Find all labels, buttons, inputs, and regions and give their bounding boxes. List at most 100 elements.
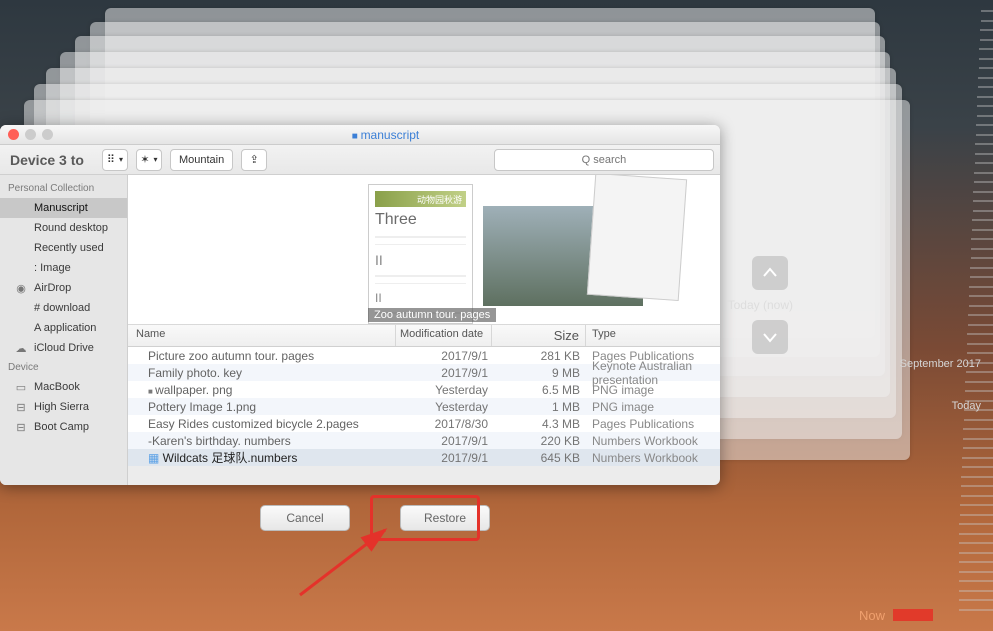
- file-type: PNG image: [586, 383, 720, 397]
- file-name: Family photo. key: [128, 366, 396, 380]
- thumbnail-pages-doc[interactable]: 动物园秋游 Three II II: [368, 184, 473, 324]
- sidebar-item-label: : Image: [34, 262, 71, 274]
- sidebar-item[interactable]: Manuscript: [0, 198, 127, 218]
- file-row[interactable]: Pottery Image 1.pngYesterday1 MBPNG imag…: [128, 398, 720, 415]
- file-date: 2017/9/1: [396, 451, 492, 465]
- file-size: 220 KB: [492, 434, 586, 448]
- sidebar-item[interactable]: ⊟High Sierra: [0, 397, 127, 417]
- blank-icon: [14, 221, 28, 235]
- thumbnail-caption: Zoo autumn tour. pages: [368, 308, 496, 322]
- file-size: 645 KB: [492, 451, 586, 465]
- file-size: 9 MB: [492, 366, 586, 380]
- titlebar: manuscript: [0, 125, 720, 145]
- file-row[interactable]: wallpaper. pngYesterday6.5 MBPNG image: [128, 381, 720, 398]
- zoom-icon[interactable]: [42, 129, 53, 140]
- action-gear-button[interactable]: ✶▾: [136, 149, 162, 171]
- blank-icon: [14, 321, 28, 335]
- file-row[interactable]: -Karen's birthday. numbers2017/9/1220 KB…: [128, 432, 720, 449]
- sidebar-item-label: Recently used: [34, 242, 104, 254]
- timeline-label-now: Now: [859, 608, 885, 623]
- view-mode-button[interactable]: ⠿▾: [102, 149, 128, 171]
- sidebar-item[interactable]: ⊟ Boot Camp: [0, 417, 127, 437]
- column-headers[interactable]: Name Modification date Size Type: [128, 325, 720, 347]
- file-date: 2017/9/1: [396, 366, 492, 380]
- file-row[interactable]: Easy Rides customized bicycle 2.pages201…: [128, 415, 720, 432]
- timeline-next-button[interactable]: [752, 320, 788, 354]
- sidebar-item-label: AirDrop: [34, 282, 71, 294]
- share-button[interactable]: ⇪: [241, 149, 267, 171]
- sidebar-item[interactable]: ▭ MacBook: [0, 377, 127, 397]
- timeline-ticks[interactable]: [953, 0, 993, 631]
- search-field[interactable]: [494, 149, 714, 171]
- preview-strip: 动物园秋游 Three II II Zoo autumn tour. pages: [128, 175, 720, 325]
- finder-window: manuscript Device 3 to ⠿▾ ✶▾ Mountain ⇪ …: [0, 125, 720, 485]
- path-breadcrumb[interactable]: Device 3 to: [6, 152, 94, 168]
- sidebar-item-label: # download: [34, 302, 90, 314]
- file-type: Numbers Workbook: [586, 451, 720, 465]
- dialog-buttons: Cancel Restore: [260, 505, 490, 531]
- sidebar-item[interactable]: Round desktop: [0, 218, 127, 238]
- file-size: 1 MB: [492, 400, 586, 414]
- blank-icon: [14, 261, 28, 275]
- file-date: Yesterday: [396, 383, 492, 397]
- file-type: Pages Publications: [586, 417, 720, 431]
- location-button[interactable]: Mountain: [170, 149, 233, 171]
- file-date: 2017/9/1: [396, 349, 492, 363]
- laptop-icon: ▭: [14, 380, 28, 394]
- sidebar-item[interactable]: ☁iCloud Drive: [0, 338, 127, 358]
- file-name: Pottery Image 1.png: [128, 400, 396, 414]
- file-name: wallpaper. png: [128, 383, 396, 397]
- close-icon[interactable]: [8, 129, 19, 140]
- file-name: Wildcats 足球队.numbers: [128, 449, 396, 466]
- file-date: 2017/8/30: [396, 417, 492, 431]
- file-row[interactable]: Wildcats 足球队.numbers2017/9/1645 KBNumber…: [128, 449, 720, 466]
- thumbnail-header: 动物园秋游: [375, 191, 466, 207]
- file-name: Easy Rides customized bicycle 2.pages: [128, 417, 396, 431]
- timeline-current-label: Today (now): [728, 298, 793, 312]
- file-size: 4.3 MB: [492, 417, 586, 431]
- sidebar-item-label: A application: [34, 322, 96, 334]
- sidebar-item[interactable]: : Image: [0, 258, 127, 278]
- chevron-down-icon: [762, 329, 778, 345]
- sidebar-item[interactable]: ◉AirDrop: [0, 278, 127, 298]
- sidebar-item[interactable]: Recently used: [0, 238, 127, 258]
- col-type[interactable]: Type: [586, 325, 720, 346]
- file-type: PNG image: [586, 400, 720, 414]
- col-size[interactable]: Size: [492, 325, 586, 346]
- cancel-button[interactable]: Cancel: [260, 505, 350, 531]
- file-size: 281 KB: [492, 349, 586, 363]
- file-date: 2017/9/1: [396, 434, 492, 448]
- file-list: Picture zoo autumn tour. pages2017/9/128…: [128, 347, 720, 466]
- disk-icon: ⊟: [14, 420, 28, 434]
- blank-icon: [14, 241, 28, 255]
- window-controls: [8, 129, 53, 140]
- minimize-icon[interactable]: [25, 129, 36, 140]
- timeline-now-cursor[interactable]: [893, 609, 933, 621]
- sidebar-item-label: High Sierra: [34, 401, 89, 413]
- thumbnail-big-word: Three: [375, 211, 466, 229]
- window-title: manuscript: [59, 128, 712, 142]
- col-date[interactable]: Modification date: [396, 325, 492, 346]
- sidebar-item-label: Round desktop: [34, 222, 108, 234]
- sidebar-header: Personal Collection: [0, 179, 127, 198]
- sidebar-header: Device: [0, 358, 127, 377]
- file-date: Yesterday: [396, 400, 492, 414]
- timeline-label-month: September 2017: [900, 358, 981, 370]
- sidebar-item-label: MacBook: [34, 381, 80, 393]
- blank-icon: [14, 301, 28, 315]
- file-row[interactable]: Family photo. key2017/9/19 MBKeynote Aus…: [128, 364, 720, 381]
- file-type: Numbers Workbook: [586, 434, 720, 448]
- sidebar-item[interactable]: # download: [0, 298, 127, 318]
- sidebar-item-label: iCloud Drive: [34, 342, 94, 354]
- restore-button[interactable]: Restore: [400, 505, 490, 531]
- sidebar-item-label: Manuscript: [34, 202, 88, 214]
- timeline-prev-button[interactable]: [752, 256, 788, 290]
- col-name[interactable]: Name: [128, 325, 396, 346]
- thumbnail-photo[interactable]: [483, 206, 643, 306]
- file-size: 6.5 MB: [492, 383, 586, 397]
- search-input[interactable]: [494, 149, 714, 171]
- file-name: -Karen's birthday. numbers: [128, 434, 396, 448]
- sidebar-item-label: Boot Camp: [34, 421, 89, 433]
- content-area: 动物园秋游 Three II II Zoo autumn tour. pages…: [128, 175, 720, 485]
- sidebar-item[interactable]: A application: [0, 318, 127, 338]
